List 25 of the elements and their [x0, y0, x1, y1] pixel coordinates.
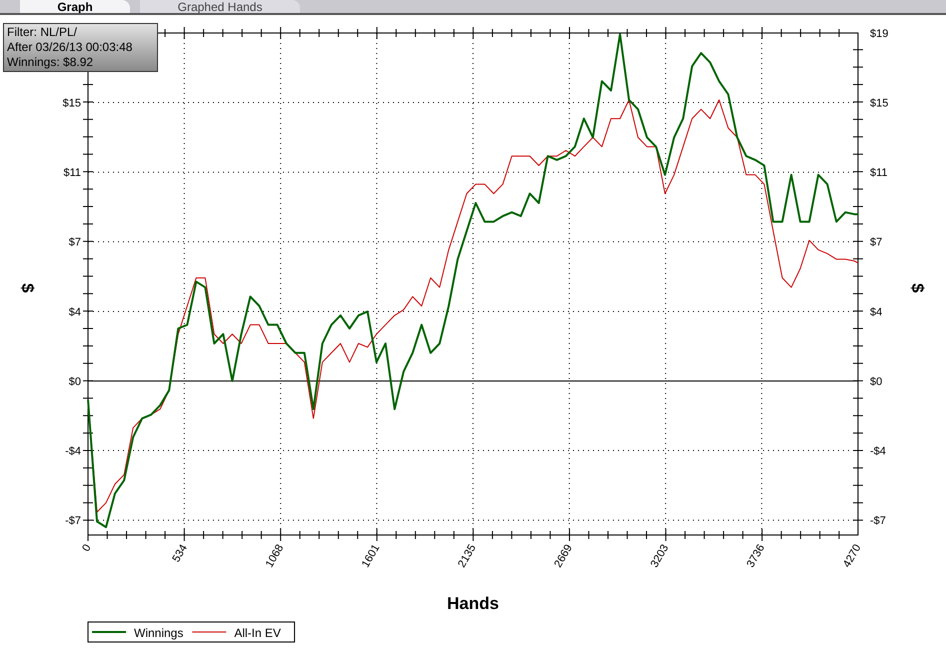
- y-axis-label: -$7: [65, 515, 81, 528]
- y-axis-label: $0: [870, 376, 882, 388]
- y-axis-label: -$4: [870, 446, 886, 458]
- filter-text: Winnings: $8.92: [7, 55, 94, 70]
- legend-label: Winnings: [134, 626, 184, 640]
- filter-text: Filter: NL/PL/: [7, 25, 78, 40]
- x-axis-label: 534: [170, 542, 190, 564]
- y-axis-label: $0: [68, 376, 81, 388]
- x-axis-label: 0: [80, 542, 94, 554]
- y-axis-label: -$4: [65, 446, 81, 458]
- y-axis-label: $19: [870, 28, 888, 40]
- y-axis-label: $11: [63, 167, 81, 180]
- filter-text: After 03/26/13 00:03:48: [7, 40, 134, 55]
- y-axis-label: $11: [870, 167, 888, 180]
- y-axis-label: $4: [68, 306, 81, 318]
- y-axis-title: $: [908, 283, 927, 293]
- y-axis-label: $4: [870, 306, 882, 318]
- y-axis-title: $: [18, 283, 37, 293]
- y-axis-label: $15: [62, 98, 81, 110]
- y-axis-label: $7: [68, 236, 81, 249]
- y-axis-label: -$7: [870, 515, 886, 528]
- y-axis-label: $15: [870, 98, 888, 110]
- y-axis-label: $7: [870, 236, 882, 249]
- x-axis-title: Hands: [447, 594, 499, 613]
- legend-label: All-In EV: [234, 626, 281, 640]
